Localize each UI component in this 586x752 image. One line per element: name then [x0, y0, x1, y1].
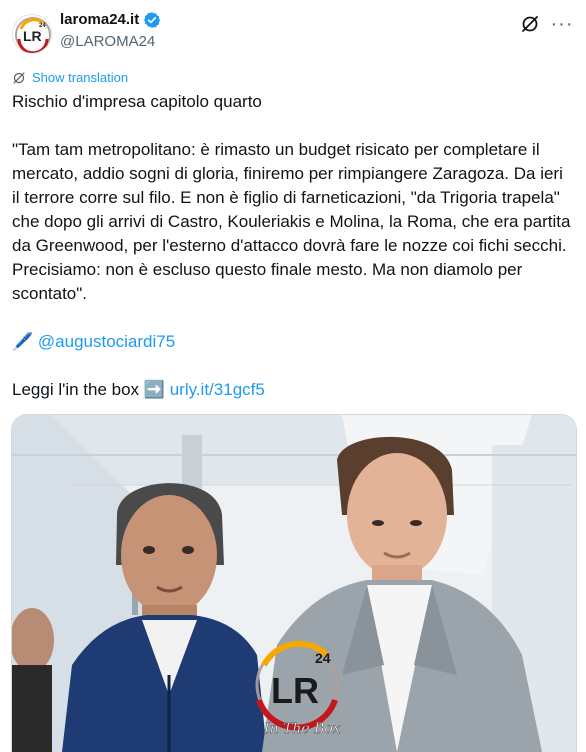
laroma24-logo-icon: LR 24 [15, 17, 51, 53]
pen-emoji: 🖊️ [12, 332, 34, 351]
external-link[interactable]: urly.it/31gcf5 [170, 380, 265, 399]
leggi-text: Leggi l'in the box [12, 380, 140, 399]
grok-icon[interactable] [520, 14, 540, 34]
verified-badge-icon [144, 12, 161, 28]
avatar[interactable]: LR 24 [12, 14, 52, 54]
translate-icon [13, 71, 25, 84]
tweet-quote-paragraph: "Tam tam metropolitano: è rimasto un bud… [12, 140, 576, 303]
avatar-superscript: 24 [39, 23, 46, 29]
tweet-photo[interactable]: LR 24 In The Box [11, 414, 577, 752]
watermark-superscript: 24 [315, 650, 331, 666]
photo-two-men: LR 24 In The Box [12, 415, 576, 752]
mention-link[interactable]: @augustociardi75 [38, 332, 175, 351]
tweet-line-title: Rischio d'impresa capitolo quarto [12, 92, 262, 111]
avatar-letters: LR [23, 28, 42, 44]
arrow-emoji: ➡️ [143, 380, 165, 399]
display-name[interactable]: laroma24.it [60, 10, 139, 30]
watermark-script: In The Box [263, 721, 341, 737]
show-translation-label: Show translation [32, 70, 129, 85]
user-handle[interactable]: @LAROMA24 [60, 32, 161, 52]
tweet-header: LR 24 laroma24.it @LAROMA24 ··· [12, 10, 574, 56]
tweet-text: Rischio d'impresa capitolo quarto "Tam t… [12, 90, 574, 402]
watermark-letters: LR [271, 670, 319, 711]
more-options-button[interactable]: ··· [550, 12, 574, 36]
show-translation-link[interactable]: Show translation [12, 70, 128, 85]
